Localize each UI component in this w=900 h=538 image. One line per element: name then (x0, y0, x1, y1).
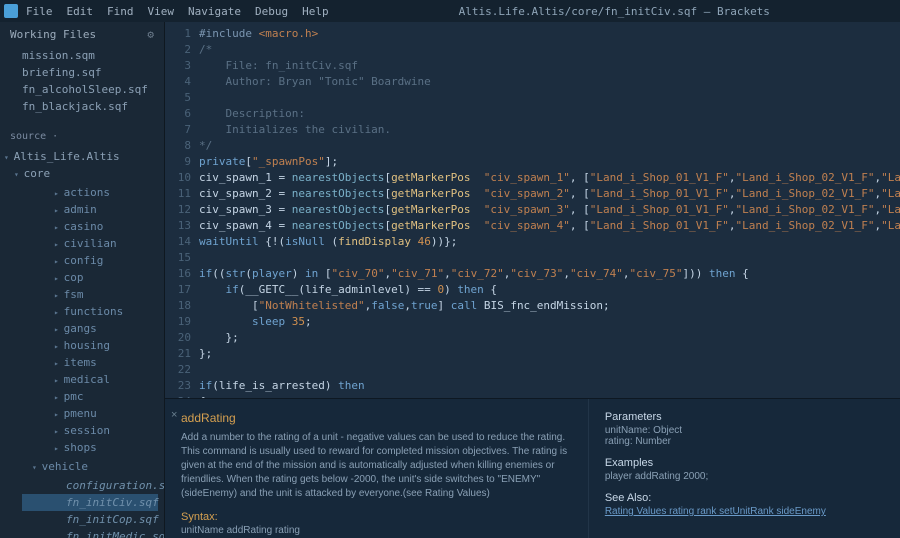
tree-folder[interactable]: admin (22, 201, 158, 218)
tree-folder[interactable]: functions (22, 303, 158, 320)
menu-file[interactable]: File (26, 5, 53, 18)
code-editor[interactable]: 1234567891011121314151617181920212223242… (165, 22, 900, 398)
doc-title: addRating (181, 411, 572, 425)
syntax-line: unitName addRating rating (181, 525, 572, 536)
doc-description: Add a number to the rating of a unit - n… (181, 431, 572, 501)
working-files-label: Working Files (10, 28, 96, 41)
example-row: player addRating 2000; (605, 471, 884, 482)
working-file[interactable]: mission.sqm (0, 47, 164, 64)
tree-folder[interactable]: cop (22, 269, 158, 286)
tree-file[interactable]: fn_initMedic.sqf (22, 528, 158, 538)
tree-folder[interactable]: pmc (22, 388, 158, 405)
code-content[interactable]: #include <macro.h>/* File: fn_initCiv.sq… (199, 22, 900, 398)
menu-help[interactable]: Help (302, 5, 329, 18)
window-title: Altis.Life.Altis/core/fn_initCiv.sqf — B… (329, 5, 900, 18)
source-label: source · (0, 125, 164, 148)
tree-folder[interactable]: housing (22, 337, 158, 354)
tree-folder[interactable]: items (22, 354, 158, 371)
tree-folder[interactable]: casino (22, 218, 158, 235)
sidebar: Working Files ⚙ mission.sqmbriefing.sqff… (0, 22, 165, 538)
tree-folder[interactable]: fsm (22, 286, 158, 303)
tree-folder[interactable]: config (22, 252, 158, 269)
tree-folder[interactable]: civilian (22, 235, 158, 252)
syntax-label: Syntax: (181, 511, 572, 523)
param-row: unitName: Object rating: Number (605, 425, 884, 447)
menu-view[interactable]: View (148, 5, 175, 18)
close-icon[interactable]: × (167, 409, 177, 421)
menu-navigate[interactable]: Navigate (188, 5, 241, 18)
menu-debug[interactable]: Debug (255, 5, 288, 18)
tree-core[interactable]: core (0, 165, 164, 182)
tree-folder[interactable]: medical (22, 371, 158, 388)
tree-folder[interactable]: pmenu (22, 405, 158, 422)
line-gutter: 1234567891011121314151617181920212223242… (165, 22, 199, 398)
tree-folder[interactable]: session (22, 422, 158, 439)
tree-folder[interactable]: actions (22, 184, 158, 201)
examples-label: Examples (605, 457, 884, 469)
menu-edit[interactable]: Edit (67, 5, 94, 18)
params-label: Parameters (605, 411, 884, 423)
app-icon (4, 4, 18, 18)
main-menu: File Edit Find View Navigate Debug Help (22, 5, 329, 18)
working-file[interactable]: briefing.sqf (0, 64, 164, 81)
menu-find[interactable]: Find (107, 5, 134, 18)
working-file[interactable]: fn_alcoholSleep.sqf (0, 81, 164, 98)
tree-folder[interactable]: shops (22, 439, 158, 456)
seealso-links[interactable]: Rating Values rating rank setUnitRank si… (605, 506, 884, 517)
tree-file[interactable]: fn_initCop.sqf (22, 511, 158, 528)
tree-file[interactable]: fn_initCiv.sqf (22, 494, 158, 511)
tree-root[interactable]: Altis_Life.Altis (0, 148, 164, 165)
working-file[interactable]: fn_blackjack.sqf (0, 98, 164, 115)
tree-folder[interactable]: gangs (22, 320, 158, 337)
titlebar: File Edit Find View Navigate Debug Help … (0, 0, 900, 22)
seealso-label: See Also: (605, 492, 884, 504)
doc-panel: × addRating Add a number to the rating o… (165, 398, 900, 538)
tree-file[interactable]: configuration.sqf (22, 477, 158, 494)
gear-icon[interactable]: ⚙ (147, 28, 154, 41)
tree-vehicle[interactable]: vehicle (0, 458, 164, 475)
